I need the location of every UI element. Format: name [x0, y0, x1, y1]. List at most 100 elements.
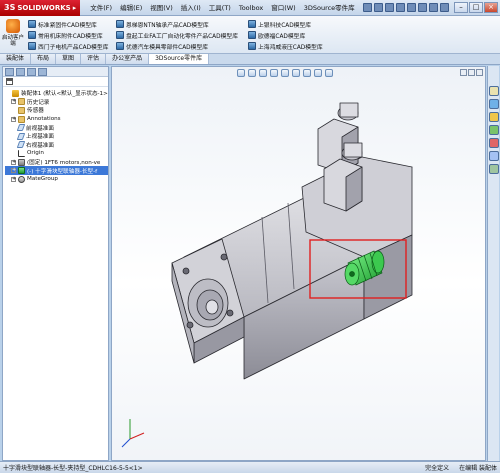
ribbon-column-3: 上银科技CAD模型库 欧德福CAD模型库 上海鸿威液压CAD模型库: [248, 19, 323, 51]
ribbon-item-label: 欧德福CAD模型库: [258, 33, 306, 40]
feature-tree-tab-icon[interactable]: [5, 68, 14, 76]
tree-filter[interactable]: [3, 77, 108, 87]
3dsource-icon[interactable]: [489, 164, 499, 174]
menu-3dsource[interactable]: 3DSource零件库: [300, 0, 359, 16]
tree-item[interactable]: 装配体1 (默认<默认_显示状态-1>): [5, 89, 108, 98]
status-mode: 在编辑 装配体: [459, 465, 497, 472]
display-tab-icon[interactable]: [38, 68, 47, 76]
tab-layout[interactable]: 布局: [31, 54, 57, 64]
tree-item-label: 上视基准面: [26, 134, 54, 141]
logo-arrow-icon: ▸: [72, 3, 77, 12]
folder-icon: [18, 106, 25, 114]
save-icon[interactable]: [384, 3, 394, 12]
ribbon-item-label: 恩梯恩NTN轴承产品CAD模型库: [126, 22, 209, 29]
tree-item[interactable]: 右视基准面: [5, 141, 108, 150]
tab-3dsource[interactable]: 3DSource零件库: [149, 54, 210, 64]
ribbon-item-label: 上海鸿威液压CAD模型库: [258, 44, 323, 51]
tree-item[interactable]: + Annotations: [5, 115, 108, 124]
ribbon-column-1: 标准紧固件CAD模型库 常用机床附件CAD模型库 西门子电机产品CAD模型库: [28, 19, 108, 51]
expand-icon[interactable]: +: [11, 176, 16, 182]
graphics-area[interactable]: [111, 66, 486, 461]
expand-icon[interactable]: +: [11, 99, 16, 105]
ribbon-item[interactable]: 欧德福CAD模型库: [248, 30, 323, 40]
tree-item-label: 传感器: [27, 108, 44, 115]
folder-icon: [18, 115, 25, 123]
new-file-icon[interactable]: [362, 3, 372, 12]
resources-icon[interactable]: [489, 86, 499, 96]
tab-assembly[interactable]: 装配体: [0, 54, 32, 64]
library-icon: [28, 42, 36, 50]
print-icon[interactable]: [395, 3, 405, 12]
tree-item-label: 前视基准面: [26, 125, 54, 132]
solidworks-logo[interactable]: 3S SOLIDWORKS ▸: [0, 0, 81, 16]
menu-toolbox[interactable]: Toolbox: [235, 0, 267, 16]
custom-properties-icon[interactable]: [489, 151, 499, 161]
rebuild-icon[interactable]: [428, 3, 438, 12]
expand-icon[interactable]: +: [11, 168, 16, 174]
library-icon: [116, 42, 124, 50]
property-tab-icon[interactable]: [16, 68, 25, 76]
ribbon-item[interactable]: 盘起工业FA工厂自动化零件产品CAD模型库: [116, 30, 238, 40]
tab-sketch[interactable]: 草图: [56, 54, 82, 64]
window-controls: – □ ×: [454, 2, 498, 13]
file-explorer-icon[interactable]: [489, 112, 499, 122]
menu-insert[interactable]: 插入(I): [177, 0, 205, 16]
design-library-icon[interactable]: [489, 99, 499, 109]
ribbon-item[interactable]: 常用机床附件CAD模型库: [28, 30, 108, 40]
menu-edit[interactable]: 编辑(E): [116, 0, 146, 16]
mate-icon: [18, 175, 25, 183]
ribbon-item[interactable]: 优德汽车模具零部件CAD模型库: [116, 41, 238, 51]
filter-icon: [6, 78, 13, 85]
tree-item[interactable]: 前视基准面: [5, 123, 108, 132]
tree-item[interactable]: + MateGroup: [5, 175, 108, 184]
library-icon: [28, 31, 36, 39]
ribbon-item[interactable]: 西门子电机产品CAD模型库: [28, 41, 108, 51]
plane-icon: [16, 141, 26, 149]
menu-file[interactable]: 文件(F): [86, 0, 116, 16]
undo-icon[interactable]: [406, 3, 416, 12]
tree-item[interactable]: + (固定) 1FT6 motors,non-ve: [5, 158, 108, 167]
expand-icon[interactable]: +: [11, 116, 16, 122]
ribbon-item[interactable]: 上海鸿威液压CAD模型库: [248, 41, 323, 51]
tab-office[interactable]: 办公室产品: [106, 54, 150, 64]
expand-icon[interactable]: +: [11, 159, 16, 165]
menu-tools[interactable]: 工具(T): [205, 0, 235, 16]
tree-item-label: 装配体1 (默认<默认_显示状态-1>): [21, 91, 108, 98]
menu-window[interactable]: 窗口(W): [267, 0, 300, 16]
origin-icon: [18, 149, 25, 157]
config-tab-icon[interactable]: [27, 68, 36, 76]
status-bar: 十字滑块型联轴器-长型-夹持型_CDHLC16-5-5<1> 完全定义 在编辑 …: [0, 461, 500, 473]
close-icon[interactable]: ×: [484, 2, 498, 13]
tree-item[interactable]: 上视基准面: [5, 132, 108, 141]
tree-item-label: (-) 十字滑块型联轴器-长型-f: [27, 168, 98, 175]
view-palette-icon[interactable]: [489, 125, 499, 135]
library-icon: [28, 20, 36, 28]
options-icon[interactable]: [439, 3, 449, 12]
command-manager: 启动客户端 标准紧固件CAD模型库 常用机床附件CAD模型库 西门子电机产品CA…: [0, 16, 500, 54]
tree-item[interactable]: Origin: [5, 149, 108, 158]
ribbon-item-label: 盘起工业FA工厂自动化零件产品CAD模型库: [126, 33, 238, 40]
ribbon-column-2: 恩梯恩NTN轴承产品CAD模型库 盘起工业FA工厂自动化零件产品CAD模型库 优…: [116, 19, 238, 51]
start-client-label: 启动客户端: [2, 35, 25, 47]
feature-tree: 装配体1 (默认<默认_显示状态-1>) + 历史记录 传感器 + Annotations…: [3, 87, 108, 184]
part-icon: [18, 158, 25, 166]
menu-view[interactable]: 视图(V): [146, 0, 177, 16]
servo-motor-model[interactable]: [171, 102, 413, 380]
select-icon[interactable]: [417, 3, 427, 12]
library-icon: [116, 20, 124, 28]
ribbon-item[interactable]: 上银科技CAD模型库: [248, 19, 323, 29]
tree-item[interactable]: 传感器: [5, 106, 108, 115]
maximize-icon[interactable]: □: [469, 2, 483, 13]
ribbon-item[interactable]: 标准紧固件CAD模型库: [28, 19, 108, 29]
tree-item[interactable]: + (-) 十字滑块型联轴器-长型-f: [5, 166, 108, 175]
minimize-icon[interactable]: –: [454, 2, 468, 13]
tree-item[interactable]: + 历史记录: [5, 98, 108, 107]
appearances-icon[interactable]: [489, 138, 499, 148]
start-client-button[interactable]: 启动客户端: [2, 19, 24, 51]
ribbon-item[interactable]: 恩梯恩NTN轴承产品CAD模型库: [116, 19, 238, 29]
logo-text: SOLIDWORKS: [17, 3, 71, 12]
model-viewport: [121, 102, 413, 448]
tab-evaluate[interactable]: 评估: [81, 54, 107, 64]
open-file-icon[interactable]: [373, 3, 383, 12]
tree-item-label: Origin: [27, 150, 44, 157]
